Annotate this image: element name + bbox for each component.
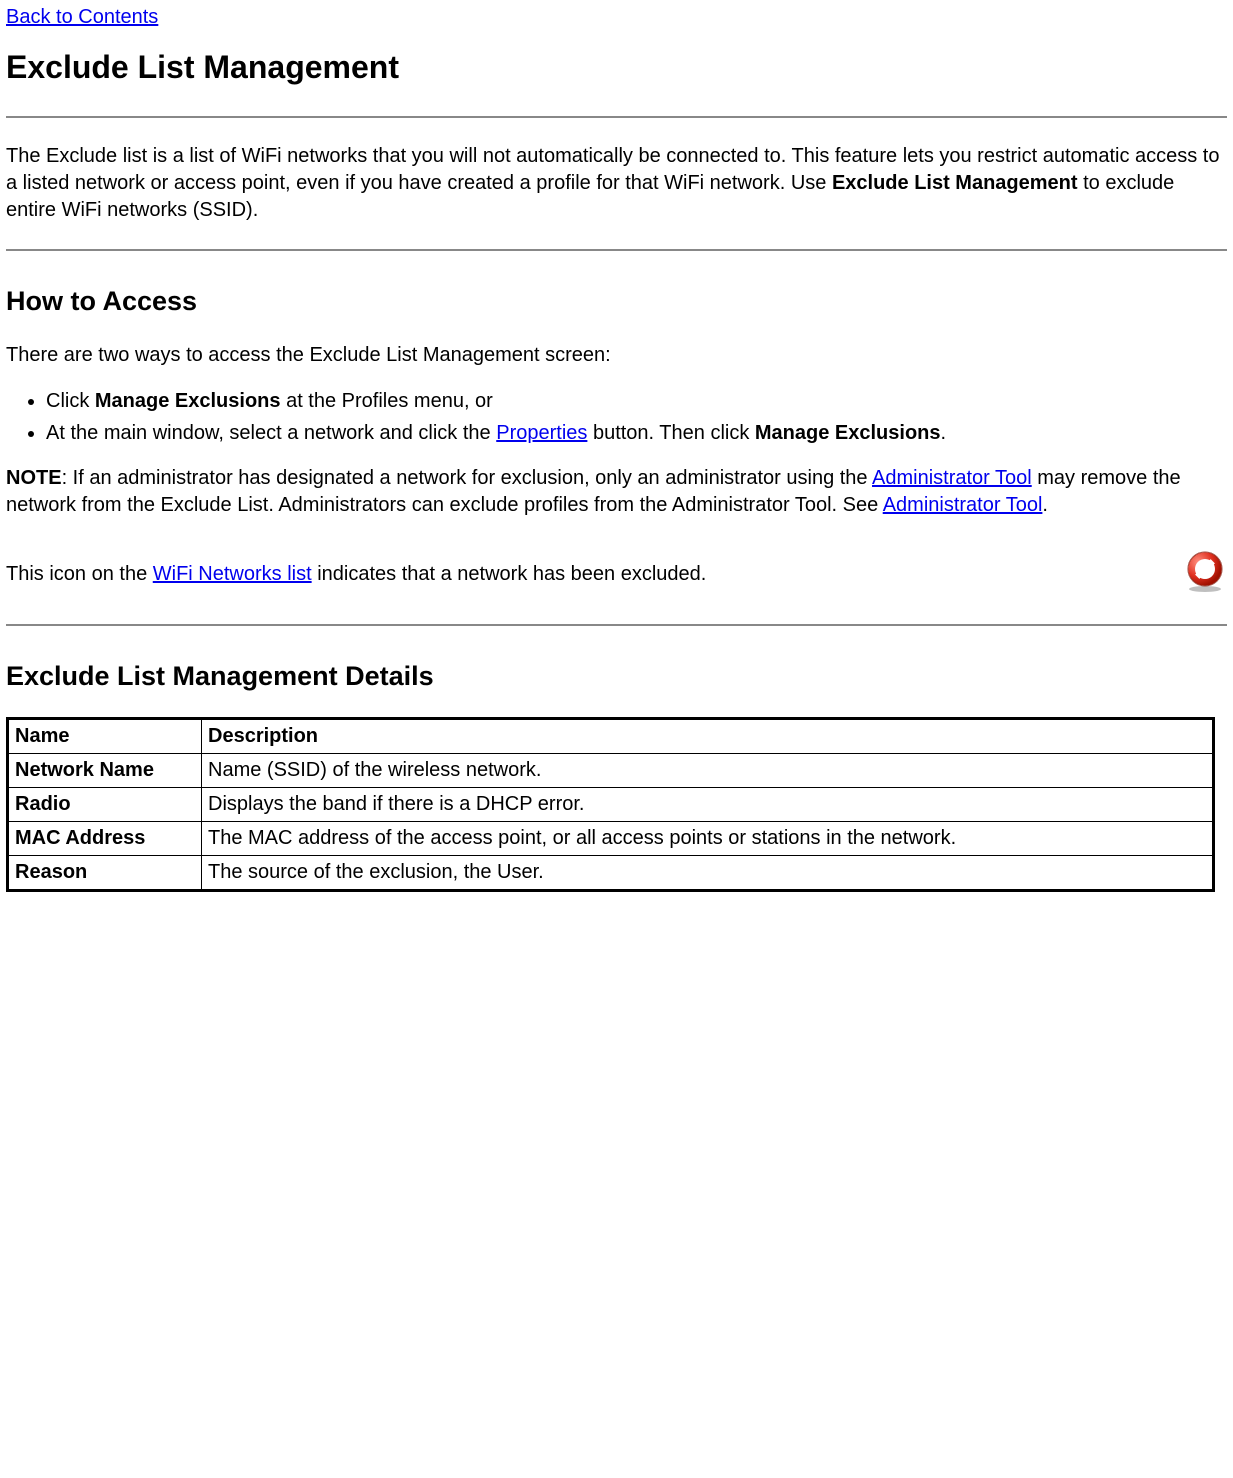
details-table: Name Description Network Name Name (SSID… [6, 717, 1215, 892]
cell-name: Network Name [8, 754, 202, 788]
list-item: At the main window, select a network and… [46, 419, 1227, 447]
intro-bold-1: Exclude List Management [832, 172, 1078, 194]
page-title: Exclude List Management [6, 49, 1227, 86]
bullet2-pre: At the main window, select a network and… [46, 422, 496, 444]
bullet2-post: . [941, 422, 947, 444]
bullet1-bold: Manage Exclusions [95, 390, 281, 412]
divider [6, 249, 1227, 251]
header-desc: Description [202, 719, 1214, 754]
cell-desc: The source of the exclusion, the User. [202, 856, 1214, 891]
details-heading: Exclude List Management Details [6, 661, 1227, 692]
header-name: Name [8, 719, 202, 754]
excluded-icon [1183, 549, 1227, 599]
administrator-tool-link-2[interactable]: Administrator Tool [883, 494, 1043, 516]
how-to-access-heading: How to Access [6, 286, 1227, 317]
cell-desc: The MAC address of the access point, or … [202, 822, 1214, 856]
cell-desc: Displays the band if there is a DHCP err… [202, 788, 1214, 822]
cell-name: Radio [8, 788, 202, 822]
divider [6, 116, 1227, 118]
cell-name: MAC Address [8, 822, 202, 856]
table-row: Radio Displays the band if there is a DH… [8, 788, 1214, 822]
intro-paragraph: The Exclude list is a list of WiFi netwo… [6, 143, 1227, 224]
how-to-access-list: Click Manage Exclusions at the Profiles … [6, 387, 1227, 447]
bullet2-mid: button. Then click [587, 422, 755, 444]
table-row: MAC Address The MAC address of the acces… [8, 822, 1214, 856]
icon-indicator-line: This icon on the WiFi Networks list indi… [6, 549, 1227, 599]
cell-desc: Name (SSID) of the wireless network. [202, 754, 1214, 788]
how-to-access-intro: There are two ways to access the Exclude… [6, 342, 1227, 369]
list-item: Click Manage Exclusions at the Profiles … [46, 387, 1227, 415]
properties-link[interactable]: Properties [496, 422, 587, 444]
bullet1-pre: Click [46, 390, 95, 412]
table-row: Network Name Name (SSID) of the wireless… [8, 754, 1214, 788]
cell-name: Reason [8, 856, 202, 891]
back-to-contents-link[interactable]: Back to Contents [6, 6, 158, 28]
note-label: NOTE [6, 467, 62, 489]
bullet2-bold: Manage Exclusions [755, 422, 941, 444]
icon-line-pre: This icon on the [6, 563, 153, 585]
table-row: Reason The source of the exclusion, the … [8, 856, 1214, 891]
note-paragraph: NOTE: If an administrator has designated… [6, 465, 1227, 519]
note-text-1: : If an administrator has designated a n… [62, 467, 872, 489]
administrator-tool-link-1[interactable]: Administrator Tool [872, 467, 1032, 489]
divider [6, 624, 1227, 626]
wifi-networks-list-link[interactable]: WiFi Networks list [153, 563, 312, 585]
bullet1-post: at the Profiles menu, or [281, 390, 493, 412]
note-text-3: . [1042, 494, 1048, 516]
table-header-row: Name Description [8, 719, 1214, 754]
icon-line-post: indicates that a network has been exclud… [312, 563, 707, 585]
